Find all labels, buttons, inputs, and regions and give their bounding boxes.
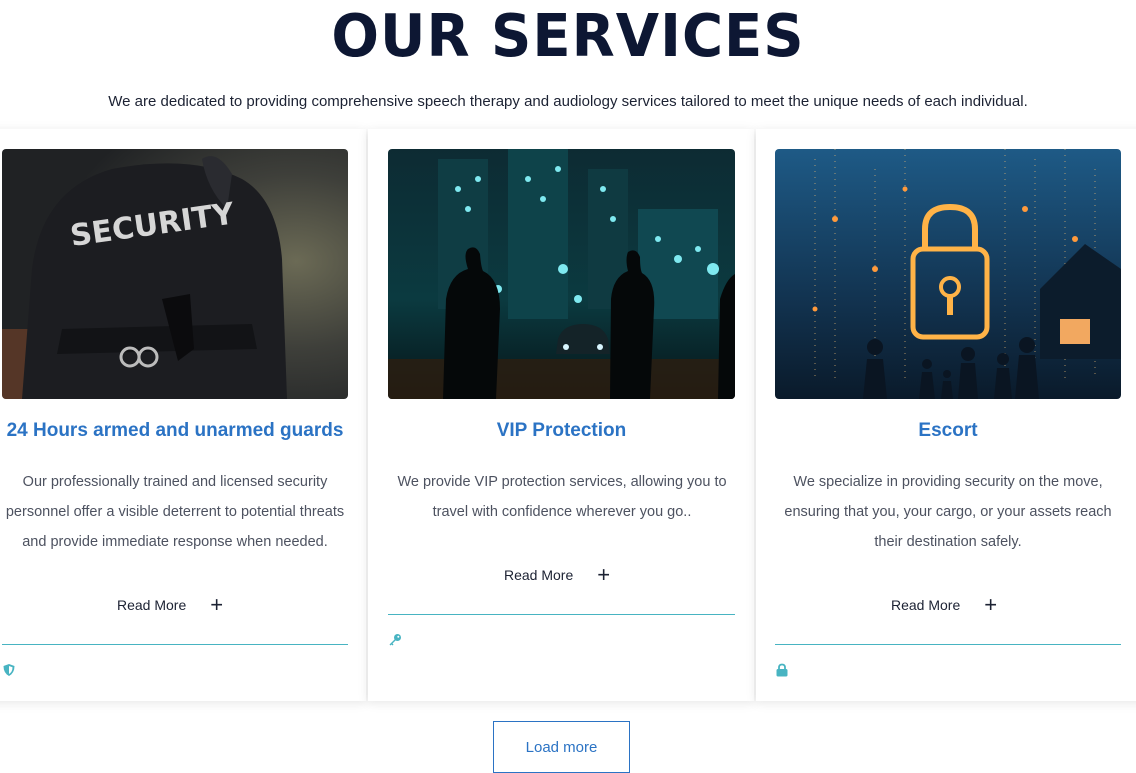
card-description: We provide VIP protection services, allo… — [397, 474, 727, 520]
card-divider — [388, 614, 735, 615]
read-more-link[interactable]: Read More + — [504, 562, 611, 587]
plus-icon: + — [984, 592, 998, 617]
card-description: Our professionally trained and licensed … — [5, 474, 345, 550]
service-card-guards: SECURITY 24 Hours armed and unarmed guar… — [0, 129, 366, 701]
card-description: We specialize in providing security on t… — [784, 474, 1112, 550]
card-title: VIP Protection — [496, 420, 627, 441]
read-more-label: Read More — [891, 597, 961, 613]
plus-icon: + — [210, 592, 224, 617]
read-more-label: Read More — [504, 567, 574, 583]
load-more-button[interactable]: Load more — [493, 721, 630, 773]
card-divider — [775, 644, 1121, 645]
service-card-escort: Escort We specialize in providing securi… — [756, 129, 1136, 701]
escort-lock-image — [775, 149, 1121, 399]
lock-icon — [776, 663, 788, 677]
vip-protection-image — [388, 149, 735, 399]
read-more-label: Read More — [117, 597, 187, 613]
shield-icon — [3, 664, 15, 676]
read-more-link[interactable]: Read More + — [891, 592, 998, 617]
page-subtitle: We are dedicated to providing comprehens… — [108, 93, 1028, 110]
card-title: 24 Hours armed and unarmed guards — [6, 420, 344, 441]
card-divider — [2, 644, 348, 645]
key-icon — [389, 634, 401, 646]
plus-icon: + — [597, 562, 611, 587]
card-title: Escort — [918, 420, 978, 441]
service-card-vip: VIP Protection We provide VIP protection… — [368, 129, 754, 701]
page-title: OUR SERVICES — [331, 2, 805, 71]
security-guard-image: SECURITY — [2, 149, 348, 399]
read-more-link[interactable]: Read More + — [117, 592, 224, 617]
